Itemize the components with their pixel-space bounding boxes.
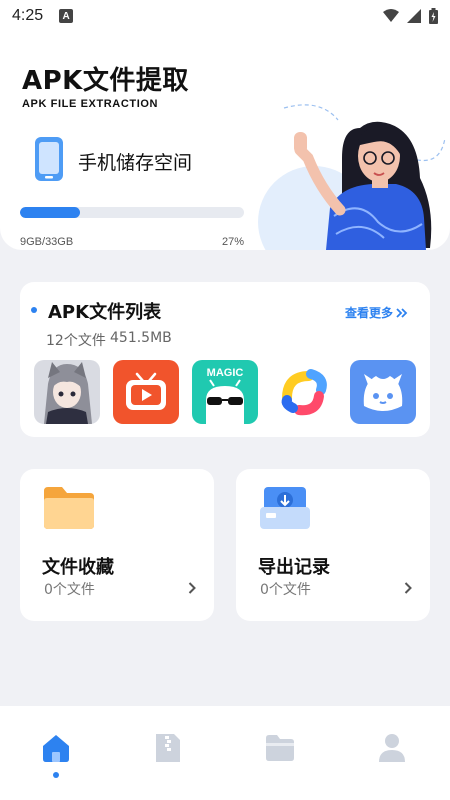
status-time: 4:25: [12, 7, 44, 24]
red-tv-app-icon[interactable]: [113, 360, 179, 424]
favorites-count: 0个文件: [44, 582, 95, 598]
app-subtitle: APK FILE EXTRACTION: [22, 98, 159, 110]
export-records-card[interactable]: 导出记录 0个文件: [236, 469, 430, 621]
folder-tab-icon[interactable]: [264, 732, 296, 764]
notification-a-icon: A: [59, 9, 74, 23]
folder-icon: [44, 487, 94, 529]
export-records-title: 导出记录: [258, 557, 330, 578]
export-box-icon: [260, 487, 310, 529]
double-chevron-right-icon: [396, 307, 408, 318]
status-icons: [383, 8, 438, 24]
apk-total-size: 451.5MB: [110, 330, 172, 346]
magic-robot-app-icon[interactable]: MAGIC: [192, 360, 258, 424]
apk-file-count: 12个文件: [46, 333, 106, 349]
zip-file-icon[interactable]: [152, 732, 184, 764]
active-tab-indicator: [53, 772, 59, 778]
view-more-link[interactable]: 查看更多: [345, 304, 408, 321]
storage-percent-text: 27%: [222, 236, 245, 248]
colorful-ring-app-icon[interactable]: [271, 360, 337, 424]
favorites-card[interactable]: 文件收藏 0个文件: [20, 469, 214, 621]
apk-list-card[interactable]: APK文件列表 12个文件 451.5MB 查看更多 MAGIC: [20, 282, 430, 437]
storage-label: 手机储存空间: [78, 152, 193, 174]
export-records-count: 0个文件: [260, 582, 311, 598]
chevron-right-icon: [404, 582, 412, 594]
apk-icon-row: MAGIC: [34, 360, 424, 426]
user-icon[interactable]: [376, 732, 408, 764]
blue-bunny-app-icon[interactable]: [350, 360, 416, 424]
storage-progress-fill: [20, 207, 81, 218]
anime-girl-app-icon[interactable]: [34, 360, 100, 424]
signal-icon: [407, 9, 421, 23]
magic-icon-text: MAGIC: [207, 367, 244, 379]
storage-progress-bar: [20, 207, 244, 218]
view-more-label: 查看更多: [345, 306, 394, 320]
wifi-icon: [383, 9, 399, 22]
home-icon[interactable]: [40, 732, 72, 764]
favorites-title: 文件收藏: [42, 557, 114, 578]
battery-icon: [429, 8, 438, 24]
woman-pointing-illustration: [258, 104, 446, 250]
header-card: APK文件提取 APK FILE EXTRACTION 手机储存空间 9GB/3…: [0, 32, 450, 250]
section-dot: [31, 307, 37, 313]
storage-used-text: 9GB/33GB: [20, 236, 74, 248]
status-bar: 4:25 A: [0, 0, 450, 32]
app-title: APK文件提取: [22, 66, 189, 96]
phone-icon: [35, 137, 63, 181]
bottom-tab-bar: [0, 706, 450, 800]
apk-list-title: APK文件列表: [48, 302, 162, 323]
chevron-right-icon: [188, 582, 196, 594]
